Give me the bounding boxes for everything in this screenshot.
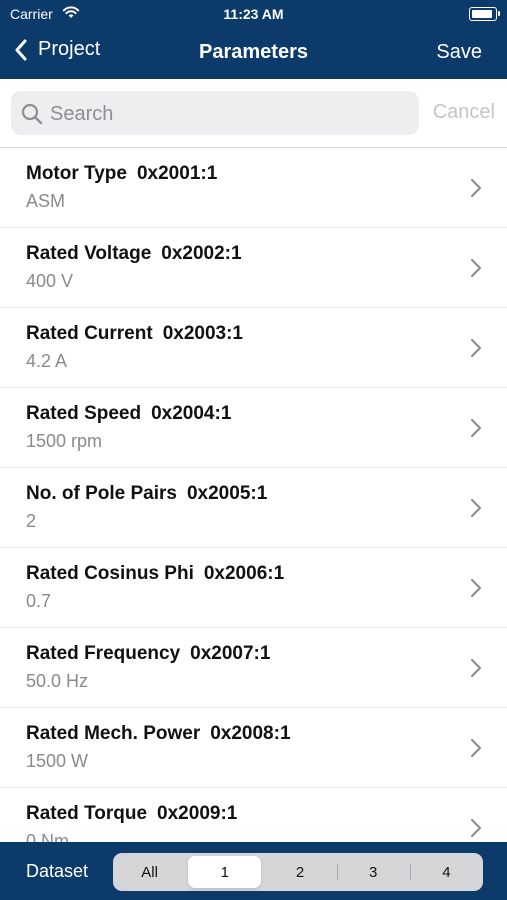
battery-icon	[469, 7, 500, 21]
dataset-segmented-control: All 1 2 3 4	[113, 853, 483, 891]
save-button[interactable]: Save	[436, 41, 482, 64]
parameter-value: 0 Nm	[26, 831, 70, 842]
list-item[interactable]: Rated Frequency 0x2007:1 50.0 Hz	[0, 628, 507, 708]
parameter-value: 0.7	[26, 591, 52, 611]
parameter-value: 4.2 A	[26, 351, 68, 371]
status-time: 11:23 AM	[223, 6, 284, 22]
parameter-name: Rated Current	[26, 323, 153, 344]
parameter-code: 0x2007:1	[190, 643, 271, 664]
dataset-segment-all[interactable]: All	[113, 856, 186, 888]
top-bar: Carrier 11:23 AM Project Parameters Save	[0, 0, 507, 79]
dataset-segment-1[interactable]: 1	[188, 856, 262, 888]
chevron-right-icon	[471, 339, 481, 357]
search-input[interactable]	[48, 91, 412, 137]
parameter-name: Rated Frequency	[26, 643, 181, 664]
dataset-segment-2[interactable]: 2	[263, 856, 336, 888]
parameter-code: 0x2006:1	[203, 563, 285, 584]
parameter-value: 1500 W	[26, 751, 89, 771]
search-bar: Cancel	[0, 79, 507, 148]
parameter-code: 0x2009:1	[157, 803, 238, 824]
chevron-right-icon	[471, 819, 481, 837]
chevron-right-icon	[471, 179, 481, 197]
chevron-right-icon	[471, 259, 481, 277]
parameter-name: Rated Mech. Power	[26, 723, 201, 744]
list-item[interactable]: Rated Current 0x2003:1 4.2 A	[0, 308, 507, 388]
parameter-code: 0x2008:1	[210, 723, 291, 744]
chevron-right-icon	[471, 419, 481, 437]
list-item[interactable]: No. of Pole Pairs 0x2005:1 2	[0, 468, 507, 548]
dataset-segment-3[interactable]: 3	[336, 856, 410, 888]
search-field[interactable]	[11, 91, 419, 137]
cancel-button[interactable]: Cancel	[433, 101, 495, 124]
dataset-toolbar: Dataset All 1 2 3 4	[0, 842, 507, 900]
chevron-right-icon	[471, 739, 481, 757]
parameter-code: 0x2003:1	[162, 323, 243, 344]
parameter-name: Rated Cosinus Phi	[26, 563, 194, 584]
list-item[interactable]: Rated Mech. Power 0x2008:1 1500 W	[0, 708, 507, 788]
status-bar: Carrier 11:23 AM	[0, 0, 507, 28]
parameter-value: 50.0 Hz	[26, 671, 89, 691]
parameter-list: Motor Type 0x2001:1 ASM Rated Voltage 0x20…	[0, 148, 507, 842]
parameter-code: 0x2002:1	[161, 243, 242, 264]
parameter-name: Motor Type	[26, 163, 127, 184]
parameter-name: Rated Speed	[26, 403, 142, 424]
navigation-bar: Project Parameters Save	[0, 28, 507, 79]
parameter-name: Rated Voltage	[26, 243, 152, 264]
dataset-segment-4[interactable]: 4	[409, 856, 483, 888]
dataset-label: Dataset	[26, 861, 89, 881]
list-item[interactable]: Rated Voltage 0x2002:1 400 V	[0, 228, 507, 308]
list-item[interactable]: Rated Speed 0x2004:1 1500 rpm	[0, 388, 507, 468]
parameter-value: 400 V	[26, 271, 74, 291]
parameter-code: 0x2001:1	[136, 163, 218, 184]
page-title: Parameters	[199, 41, 308, 63]
chevron-right-icon	[471, 579, 481, 597]
parameter-code: 0x2004:1	[151, 403, 232, 424]
search-icon	[21, 103, 43, 125]
parameter-value: 2	[26, 511, 37, 531]
list-item[interactable]: Rated Torque 0x2009:1 0 Nm	[0, 788, 507, 842]
parameter-value: 1500 rpm	[26, 431, 103, 451]
parameter-code: 0x2005:1	[186, 483, 268, 504]
parameter-name: Rated Torque	[26, 803, 148, 824]
parameter-name: No. of Pole Pairs	[26, 483, 177, 504]
list-item[interactable]: Rated Cosinus Phi 0x2006:1 0.7	[0, 548, 507, 628]
parameter-value: ASM	[26, 191, 66, 211]
chevron-right-icon	[471, 659, 481, 677]
chevron-right-icon	[471, 499, 481, 517]
list-item[interactable]: Motor Type 0x2001:1 ASM	[0, 148, 507, 228]
